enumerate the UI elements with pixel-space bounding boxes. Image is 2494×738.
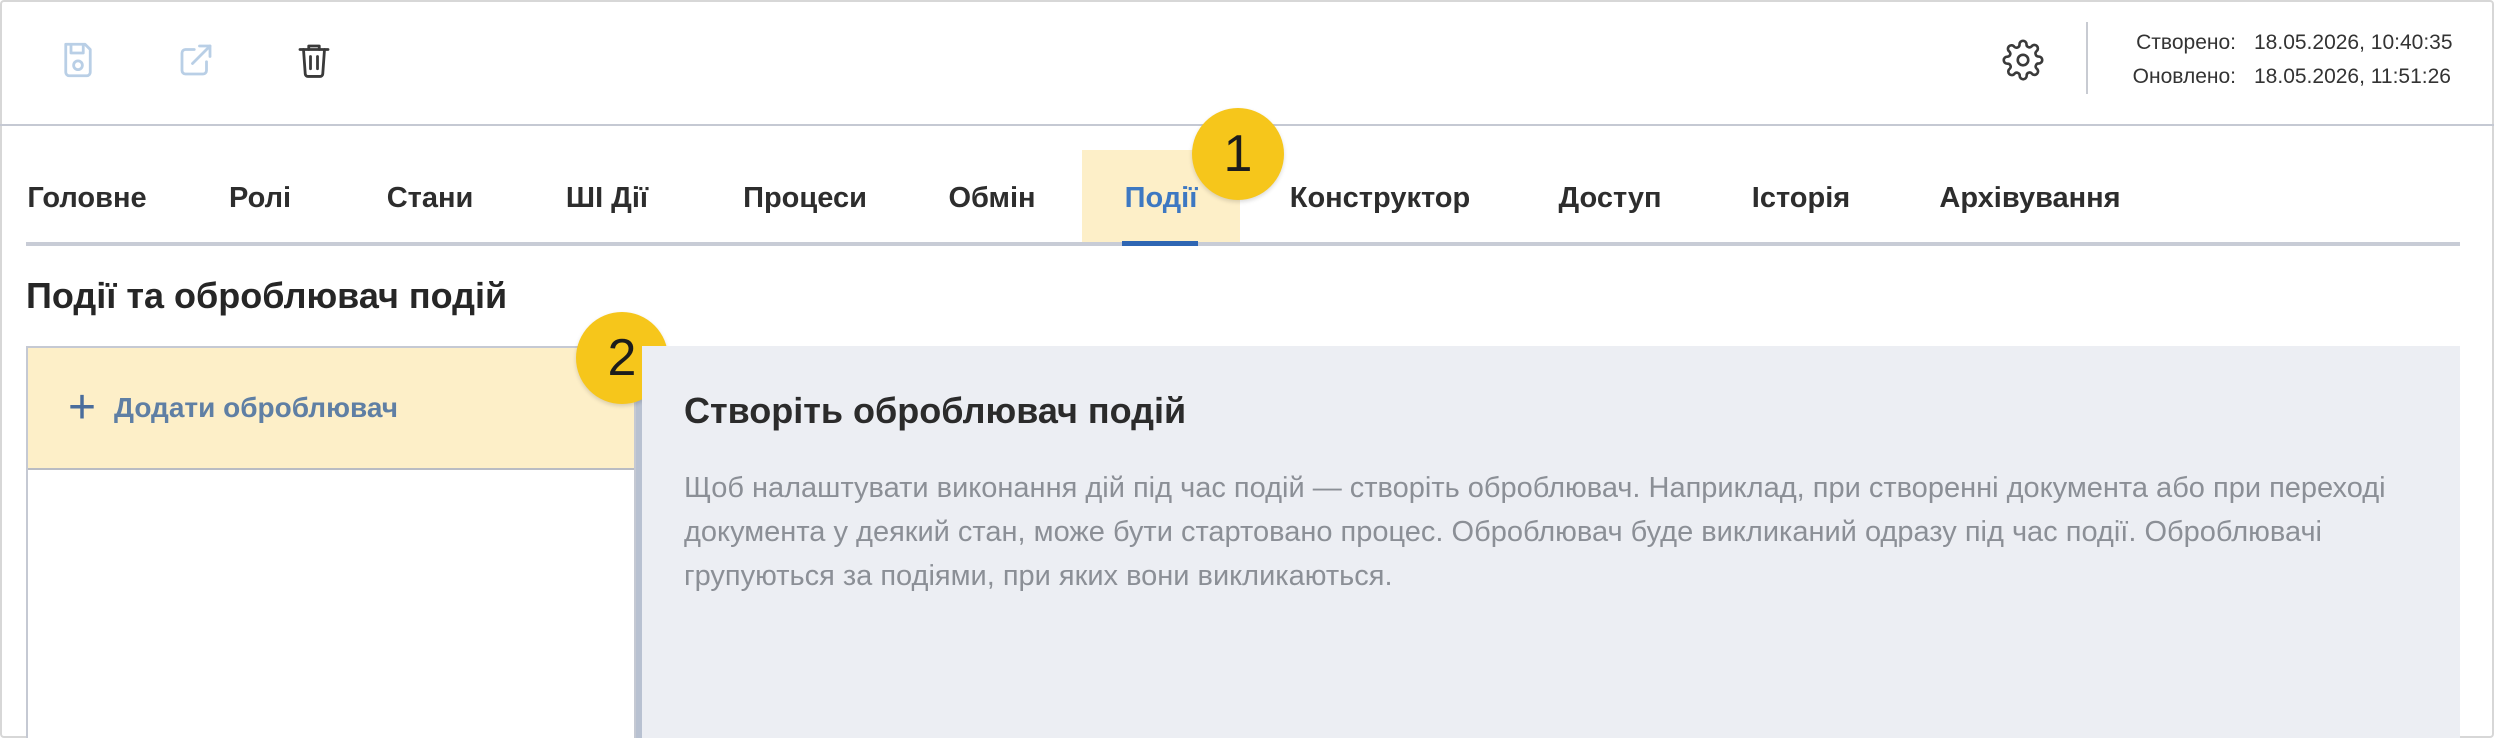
- toolbar-separator: [2086, 22, 2088, 94]
- plus-icon: +: [68, 381, 97, 434]
- empty-state-title: Створіть оброблювач подій: [684, 390, 1187, 431]
- trash-icon[interactable]: [290, 36, 338, 84]
- empty-state-panel: Створіть оброблювач подій Щоб налаштуват…: [642, 346, 2460, 738]
- tab-constructor[interactable]: Конструктор: [1282, 150, 1478, 242]
- updated-label: Оновлено:: [2132, 65, 2236, 88]
- add-handler-button[interactable]: + Додати оброблювач: [28, 348, 634, 470]
- tab-history[interactable]: Історія: [1746, 150, 1856, 242]
- updated-value: 18.05.2026, 11:51:26: [2254, 65, 2451, 88]
- tab-archiving[interactable]: Архівування: [1934, 150, 2126, 242]
- tab-access[interactable]: Доступ: [1554, 150, 1666, 242]
- handler-list-panel: + Додати оброблювач: [26, 346, 636, 738]
- open-external-icon[interactable]: [172, 36, 220, 84]
- tab-processes[interactable]: Процеси: [732, 150, 878, 242]
- page-title: Події та оброблювач подій: [26, 275, 508, 316]
- add-handler-label: Додати оброблювач: [114, 392, 398, 423]
- tab-states[interactable]: Стани: [382, 150, 478, 242]
- empty-state-description: Щоб налаштувати виконання дій під час по…: [684, 472, 2386, 592]
- tab-roles[interactable]: Ролі: [226, 150, 294, 242]
- created-label: Створено:: [2136, 31, 2236, 54]
- callout-badge-1: 1: [1192, 108, 1284, 200]
- created-value: 18.05.2026, 10:40:35: [2254, 31, 2453, 54]
- gear-icon[interactable]: [1999, 36, 2047, 84]
- timestamps: Створено: 18.05.2026, 10:40:35 Оновлено:…: [2118, 26, 2458, 94]
- save-icon[interactable]: [54, 36, 102, 84]
- tab-main[interactable]: Головне: [26, 150, 148, 242]
- toolbar: Створено: 18.05.2026, 10:40:35 Оновлено:…: [0, 0, 2494, 126]
- tab-ai-actions[interactable]: ШІ Дії: [560, 150, 654, 242]
- active-tab-indicator: [1122, 241, 1198, 246]
- tab-exchange[interactable]: Обмін: [944, 150, 1040, 242]
